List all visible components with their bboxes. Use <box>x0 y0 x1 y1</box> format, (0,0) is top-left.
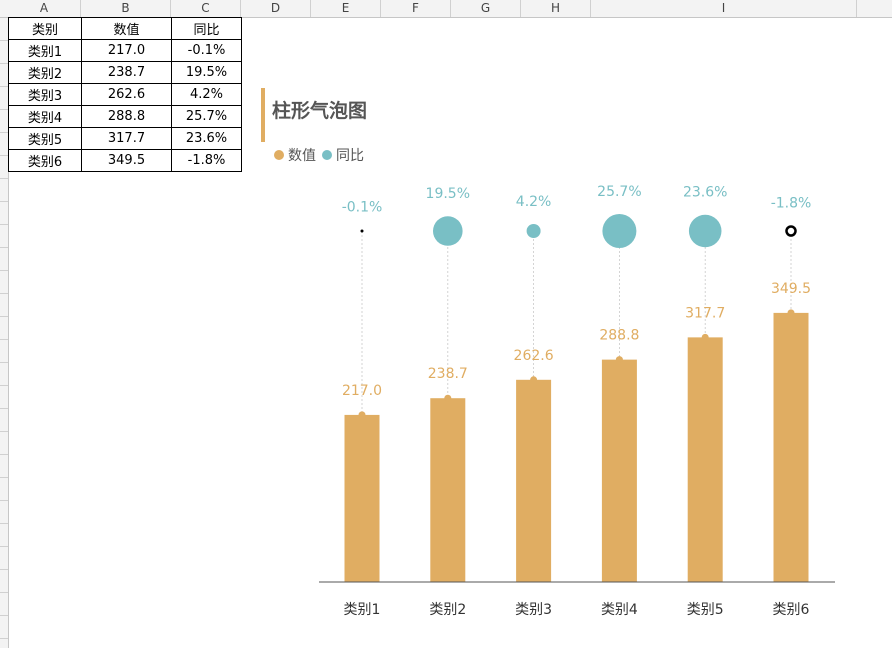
bar-value-label: 317.7 <box>685 305 725 321</box>
chart-plot-area[interactable]: 217.0 -0.1% 类别1 238.7 19.5% 类别2 262.6 4.2% 类别3 28… <box>0 0 892 648</box>
bar-top-marker <box>530 376 538 384</box>
bubble-marker[interactable] <box>526 224 541 238</box>
bubble-marker[interactable] <box>785 225 797 237</box>
bar-top-marker <box>615 356 623 364</box>
bar-top-marker <box>444 394 452 402</box>
bar[interactable] <box>516 379 552 582</box>
bar-value-label: 262.6 <box>514 348 554 364</box>
x-tick-label: 类别5 <box>687 602 724 618</box>
bubble-value-label: 19.5% <box>426 186 470 202</box>
x-tick-label: 类别6 <box>773 602 810 618</box>
bubble-marker[interactable] <box>688 214 722 248</box>
bubble-marker[interactable] <box>432 216 463 246</box>
bubble-value-label: 4.2% <box>516 194 552 210</box>
bar-value-label: 349.5 <box>771 281 811 297</box>
bubble-marker[interactable] <box>360 229 364 233</box>
bar-top-marker <box>358 411 366 419</box>
bar-top-marker <box>787 309 795 317</box>
bubble-marker[interactable] <box>602 214 637 248</box>
bar-value-label: 238.7 <box>428 366 468 382</box>
bar-top-marker <box>701 333 709 341</box>
bar-value-label: 217.0 <box>342 383 382 399</box>
x-tick-label: 类别1 <box>344 602 381 618</box>
x-tick-label: 类别2 <box>429 602 466 618</box>
bar[interactable] <box>344 414 380 582</box>
bar[interactable] <box>601 359 637 582</box>
x-tick-label: 类别3 <box>515 602 552 618</box>
bar-value-label: 288.8 <box>599 328 639 344</box>
bubble-value-label: -1.8% <box>771 196 812 212</box>
bubble-value-label: 25.7% <box>597 184 641 200</box>
bar[interactable] <box>430 398 466 582</box>
bar[interactable] <box>687 337 723 582</box>
x-tick-label: 类别4 <box>601 602 638 618</box>
bubble-value-label: -0.1% <box>342 200 383 216</box>
bar[interactable] <box>773 312 809 582</box>
bubble-value-label: 23.6% <box>683 185 727 201</box>
